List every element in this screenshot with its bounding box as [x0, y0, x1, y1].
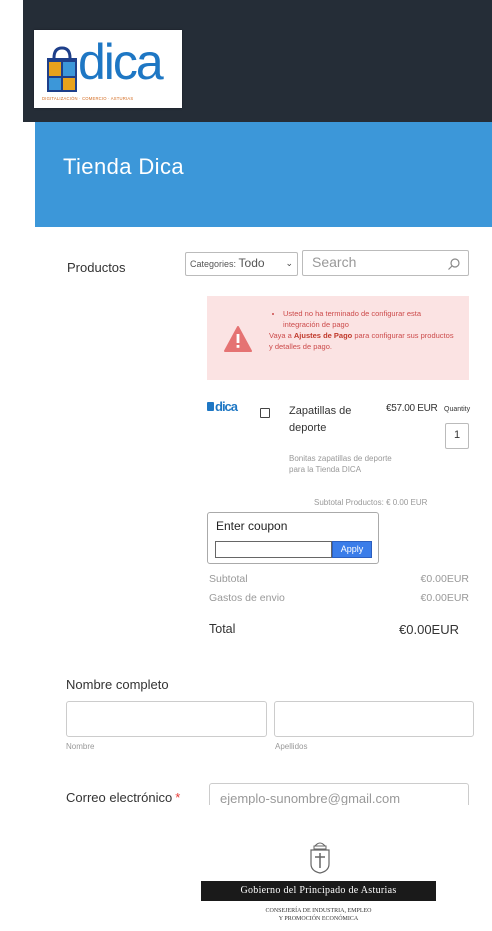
apply-coupon-button[interactable]: Apply	[332, 541, 372, 558]
product-description: Bonitas zapatillas de deporte para la Ti…	[289, 454, 392, 474]
left-margin	[0, 0, 23, 805]
store-header: Tienda Dica	[35, 122, 492, 227]
category-select[interactable]: Categories: Todo ⌄	[185, 252, 298, 276]
total-row: Total €0.00EUR	[209, 622, 459, 637]
last-name-sublabel: Apellidos	[275, 742, 308, 751]
logo-tagline: DIGITALIZACIÓN · COMERCIO · ASTURIAS	[42, 96, 134, 101]
shipping-row: Gastos de envio €0.00EUR	[209, 592, 469, 604]
last-name-input[interactable]	[274, 701, 474, 737]
first-name-input[interactable]	[66, 701, 267, 737]
chevron-down-icon: ⌄	[285, 258, 293, 268]
product-select-checkbox[interactable]	[260, 408, 270, 418]
email-label-text: Correo electrónico	[66, 790, 173, 805]
product-logo-text: dica	[215, 399, 238, 414]
warning-icon	[224, 326, 252, 352]
total-value: €0.00EUR	[399, 622, 459, 637]
coupon-title: Enter coupon	[216, 519, 288, 533]
product-subtotal-label: Subtotal Productos:	[314, 498, 384, 506]
alert-bullet: Usted no ha terminado de configurar esta…	[283, 308, 459, 330]
payment-settings-link[interactable]: Ajustes de Pago	[294, 331, 352, 340]
asturias-crest-icon	[310, 842, 330, 874]
shopping-bag-icon	[47, 46, 77, 92]
shopping-bag-icon	[207, 402, 214, 411]
first-name-sublabel: Nombre	[66, 742, 95, 751]
product-name: Zapatillas de deporte	[289, 405, 352, 434]
category-prefix: Categories:	[190, 259, 237, 269]
search-placeholder: Search	[312, 254, 357, 270]
product-subtotal: Subtotal Productos: € 0.00 EUR	[314, 498, 471, 506]
payment-warning-alert: Usted no ha terminado de configurar esta…	[207, 296, 469, 380]
alert-message: Usted no ha terminado de configurar esta…	[269, 308, 459, 352]
shipping-label: Gastos de envio	[209, 592, 285, 604]
store-content: Productos Categories: Todo ⌄ Search Uste…	[35, 227, 492, 815]
government-department: CONSEJERÍA DE INDUSTRIA, EMPLEO Y PROMOC…	[201, 907, 436, 923]
total-label: Total	[209, 622, 236, 636]
product-image: dica	[207, 399, 238, 414]
government-band: Gobierno del Principado de Asturias	[201, 881, 436, 901]
search-icon[interactable]	[447, 257, 461, 271]
fullname-label: Nombre completo	[66, 677, 169, 692]
logo-wordmark: dica	[78, 34, 164, 90]
shipping-value: €0.00EUR	[420, 592, 469, 604]
email-label: Correo electrónico *	[66, 790, 180, 805]
coupon-panel: Enter coupon Apply	[207, 512, 379, 564]
store-title: Tienda Dica	[63, 154, 184, 179]
quantity-input[interactable]: 1	[445, 423, 469, 449]
product-price: €57.00 EUR	[386, 403, 438, 414]
search-input[interactable]: Search	[302, 250, 469, 276]
subtotal-value: €0.00EUR	[420, 573, 469, 585]
quantity-label: Quantity	[444, 406, 471, 413]
category-value: Todo	[238, 256, 265, 270]
subtotal-label: Subtotal	[209, 573, 248, 585]
coupon-input[interactable]	[215, 541, 332, 558]
alert-line-prefix: Vaya a	[269, 331, 292, 340]
department-line-2: Y PROMOCIÓN ECONÓMICA	[278, 916, 359, 922]
dica-logo[interactable]: dica DIGITALIZACIÓN · COMERCIO · ASTURIA…	[34, 30, 182, 108]
subtotal-row: Subtotal €0.00EUR	[209, 573, 469, 585]
department-line-1: CONSEJERÍA DE INDUSTRIA, EMPLEO	[265, 908, 372, 914]
required-mark: *	[175, 790, 181, 805]
products-label: Productos	[67, 260, 126, 275]
email-placeholder: ejemplo-sunombre@gmail.com	[220, 791, 401, 806]
product-subtotal-value: € 0.00 EUR	[386, 498, 428, 506]
